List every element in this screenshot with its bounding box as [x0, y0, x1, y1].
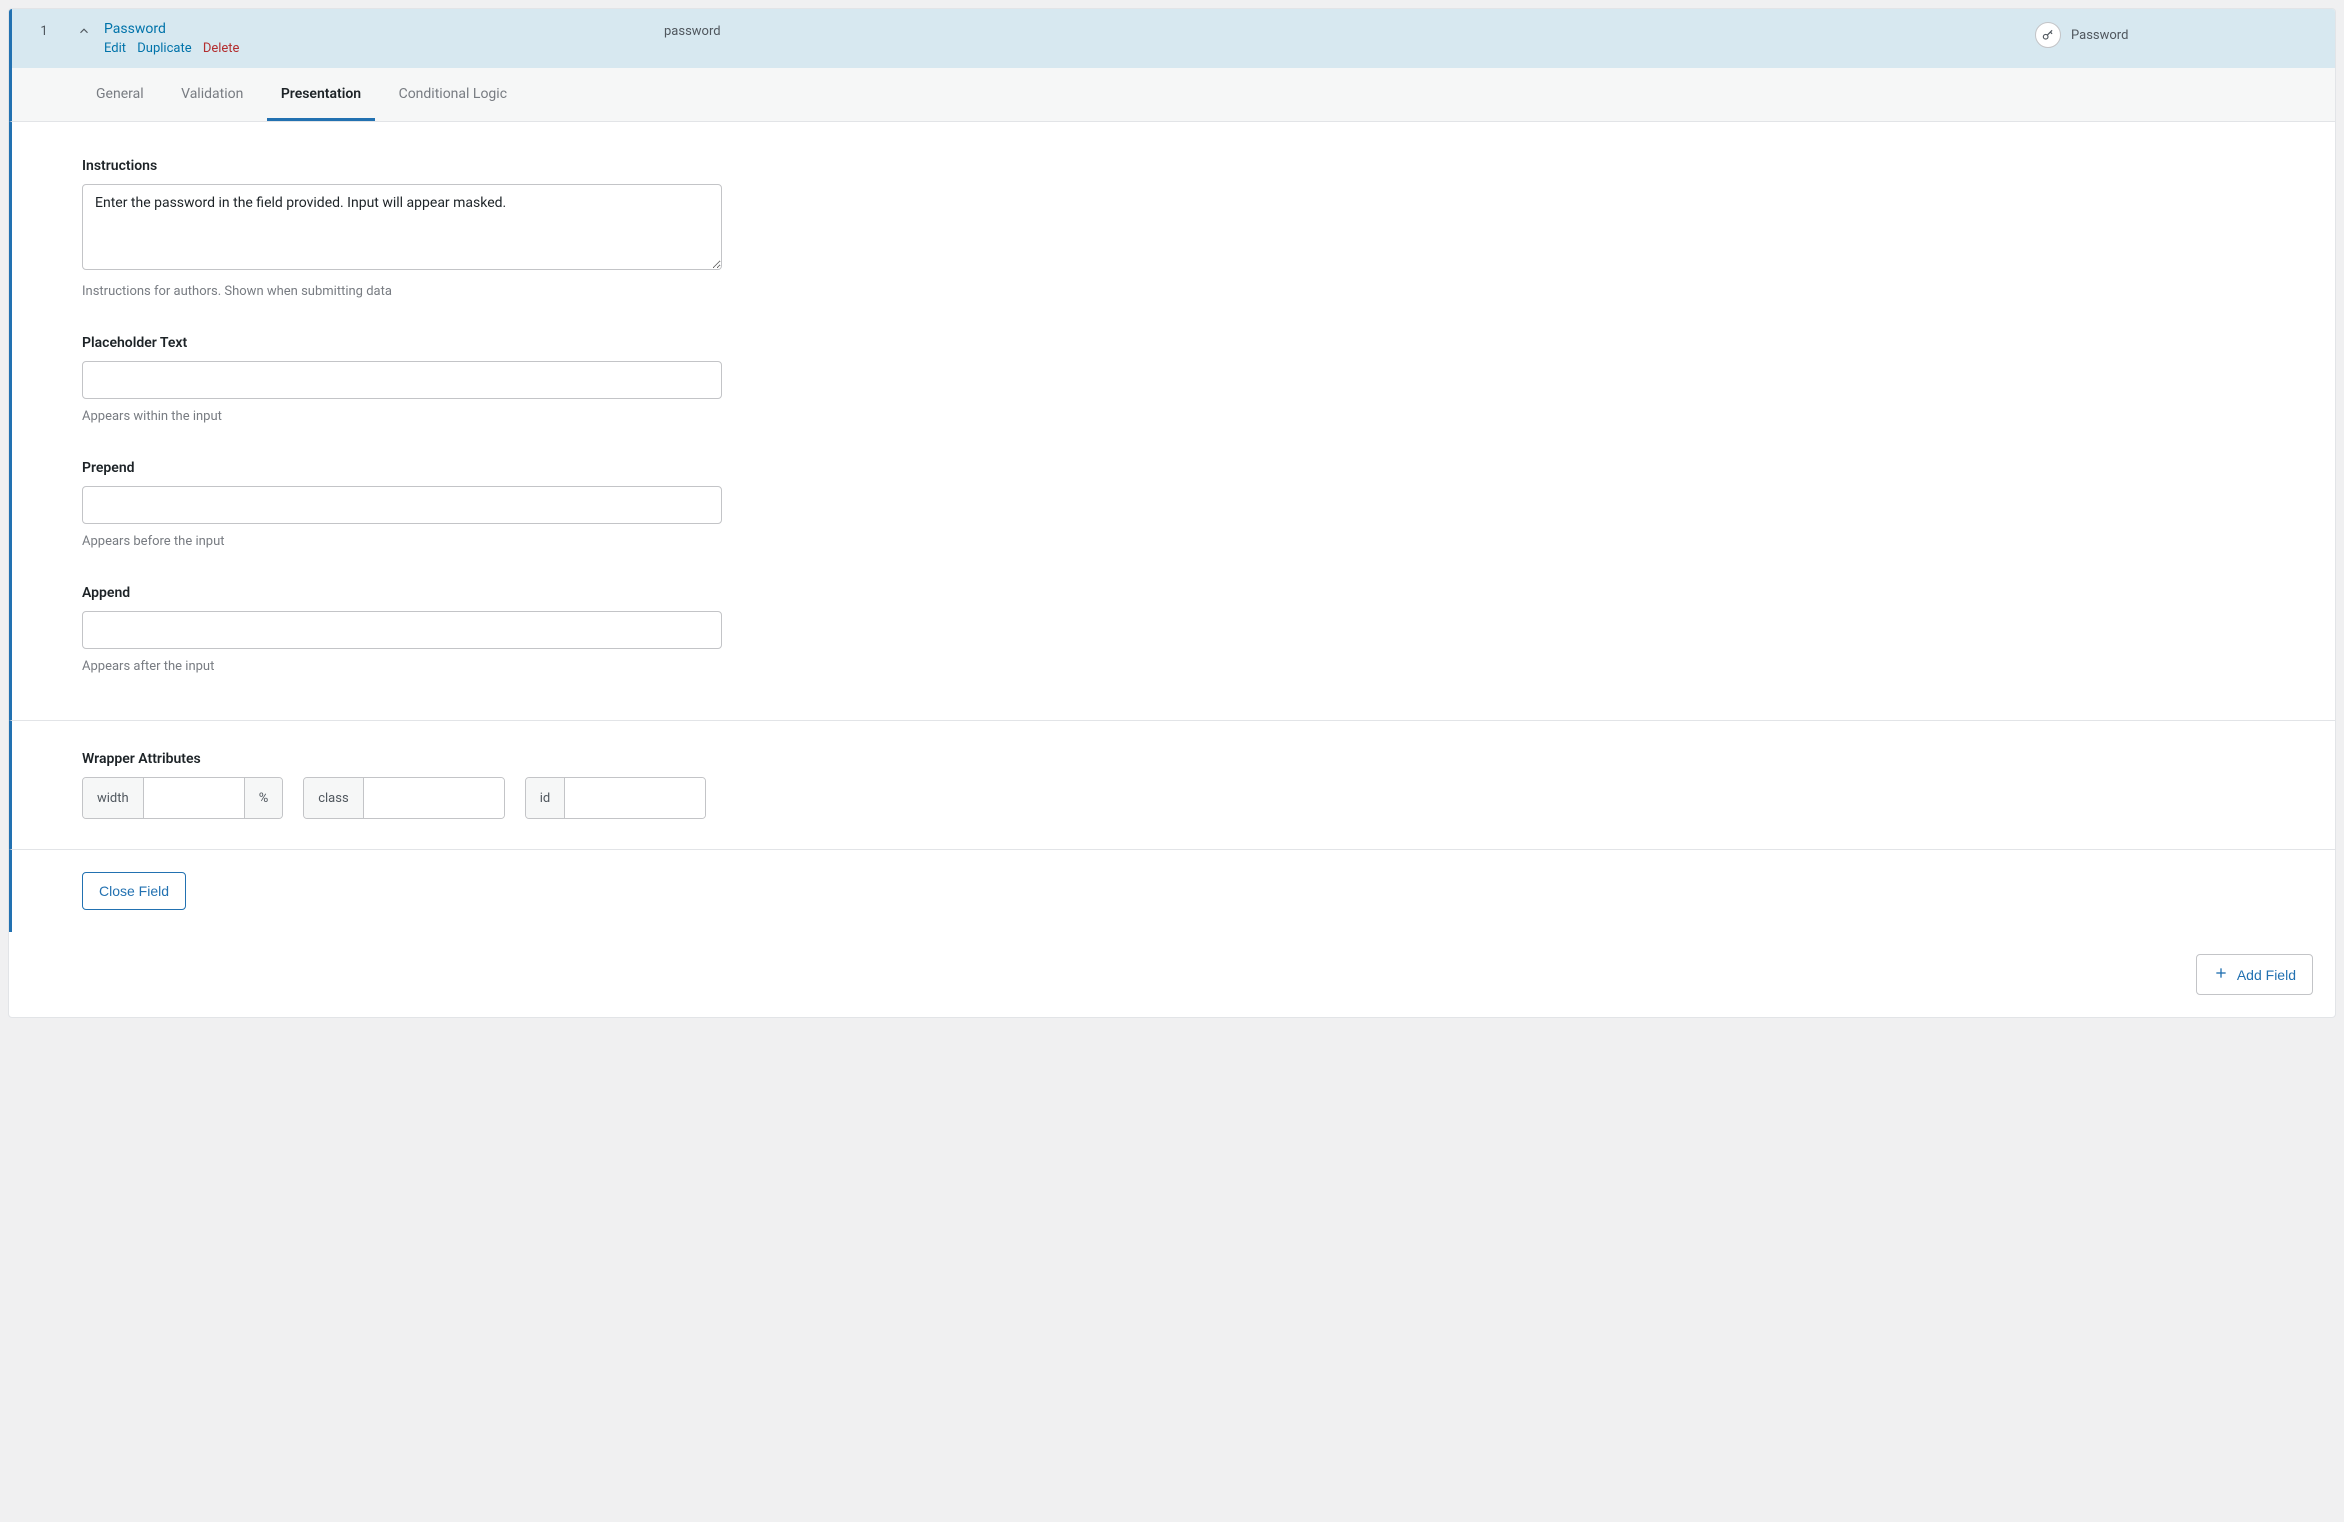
- wrapper-attributes-label: Wrapper Attributes: [82, 751, 2265, 767]
- settings-tabs: General Validation Presentation Conditio…: [9, 68, 2335, 122]
- wrapper-width-prefix: width: [83, 778, 144, 818]
- append-label: Append: [82, 585, 722, 601]
- wrapper-width-input[interactable]: [144, 778, 244, 818]
- chevron-up-icon: [77, 26, 91, 42]
- instructions-section: Instructions Instructions for authors. S…: [82, 158, 722, 299]
- wrapper-class-input[interactable]: [364, 778, 504, 818]
- placeholder-help: Appears within the input: [82, 409, 722, 424]
- wrapper-width-group: width %: [82, 777, 283, 819]
- tab-general[interactable]: General: [82, 68, 158, 121]
- wrapper-class-group: class: [303, 777, 504, 819]
- key-icon: [2035, 22, 2061, 48]
- duplicate-action[interactable]: Duplicate: [137, 41, 191, 56]
- plus-icon: [2213, 965, 2229, 984]
- prepend-label: Prepend: [82, 460, 722, 476]
- prepend-help: Appears before the input: [82, 534, 722, 549]
- field-header-row: 1 Password Edit Duplicate Delete passwor…: [9, 9, 2335, 68]
- instructions-label: Instructions: [82, 158, 722, 174]
- field-editor-panel: 1 Password Edit Duplicate Delete passwor…: [8, 8, 2336, 1018]
- field-slug: password: [664, 21, 2035, 39]
- add-field-label: Add Field: [2237, 967, 2296, 983]
- tab-conditional-logic[interactable]: Conditional Logic: [385, 68, 521, 121]
- field-name-column: Password Edit Duplicate Delete: [104, 21, 664, 56]
- instructions-help: Instructions for authors. Shown when sub…: [82, 284, 722, 299]
- instructions-textarea[interactable]: [82, 184, 722, 270]
- collapse-toggle[interactable]: [64, 21, 104, 42]
- field-actions: Edit Duplicate Delete: [104, 41, 664, 56]
- wrapper-id-prefix: id: [526, 778, 566, 818]
- append-input[interactable]: [82, 611, 722, 649]
- wrapper-width-suffix: %: [244, 778, 283, 818]
- field-name-link[interactable]: Password: [104, 21, 166, 37]
- placeholder-label: Placeholder Text: [82, 335, 722, 351]
- field-type-column: Password: [2035, 21, 2315, 48]
- append-help: Appears after the input: [82, 659, 722, 674]
- tab-validation[interactable]: Validation: [167, 68, 257, 121]
- wrapper-id-input[interactable]: [565, 778, 705, 818]
- placeholder-section: Placeholder Text Appears within the inpu…: [82, 335, 722, 424]
- field-number: 1: [24, 21, 64, 39]
- prepend-input[interactable]: [82, 486, 722, 524]
- tab-presentation[interactable]: Presentation: [267, 68, 375, 121]
- wrapper-attributes-row: width % class id: [82, 777, 2265, 819]
- prepend-section: Prepend Appears before the input: [82, 460, 722, 549]
- wrapper-class-prefix: class: [304, 778, 363, 818]
- wrapper-id-group: id: [525, 777, 707, 819]
- delete-action[interactable]: Delete: [203, 41, 240, 56]
- close-field-section: Close Field: [9, 849, 2335, 932]
- edit-action[interactable]: Edit: [104, 41, 126, 56]
- add-field-row: Add Field: [9, 932, 2335, 1017]
- append-section: Append Appears after the input: [82, 585, 722, 674]
- placeholder-input[interactable]: [82, 361, 722, 399]
- wrapper-attributes-section: Wrapper Attributes width % class id: [9, 720, 2335, 849]
- close-field-button[interactable]: Close Field: [82, 872, 186, 910]
- presentation-panel: Instructions Instructions for authors. S…: [9, 122, 2335, 720]
- add-field-button[interactable]: Add Field: [2196, 954, 2313, 995]
- field-type-label: Password: [2071, 28, 2128, 43]
